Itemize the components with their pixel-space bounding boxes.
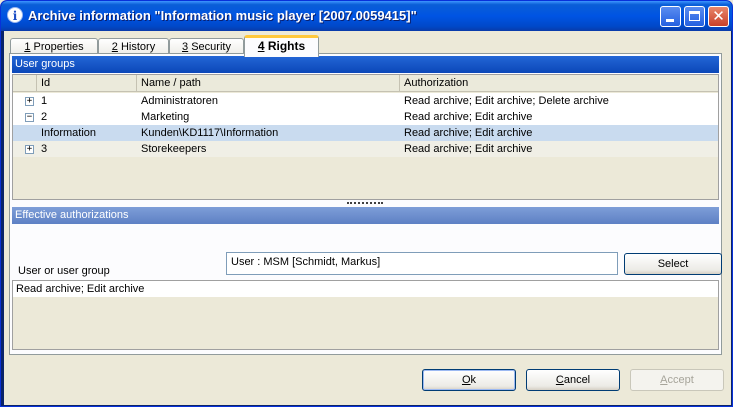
table-row-selected[interactable]: Information Kunden\KD1117\Information Re…	[13, 125, 718, 141]
tab-history-label: History	[117, 41, 156, 53]
user-group-label: User or user group	[18, 265, 110, 277]
tab-rights-key: 4	[257, 39, 265, 53]
row-id: 1	[41, 95, 48, 107]
accept-button[interactable]: Accept	[630, 369, 724, 391]
row-name: Marketing	[141, 111, 190, 123]
maximize-button[interactable]	[684, 6, 705, 27]
row-name: Storekeepers	[141, 143, 207, 155]
tab-properties-label: Properties	[30, 41, 84, 53]
expand-icon[interactable]: +	[25, 145, 34, 154]
cancel-button-rest: ancel	[563, 374, 591, 386]
user-group-field[interactable]: User : MSM [Schmidt, Markus]	[226, 252, 618, 275]
select-button[interactable]: Select	[624, 253, 722, 275]
ok-button-rest: k	[470, 374, 477, 386]
accept-button-rest: ccept	[667, 374, 694, 386]
title-bar[interactable]: i Archive information "Information music…	[1, 1, 732, 31]
row-id: Information	[41, 127, 97, 139]
info-icon: i	[7, 7, 23, 23]
maximize-icon	[689, 11, 700, 21]
dialog-client: 1 Properties 2 History 3 Security 4 Righ…	[4, 31, 731, 405]
row-id: 2	[41, 111, 48, 123]
column-header-name[interactable]: Name / path	[137, 75, 400, 91]
row-authorization: Read archive; Edit archive	[404, 127, 533, 139]
archive-info-window: i Archive information "Information music…	[0, 0, 733, 407]
splitter-handle[interactable]	[347, 202, 383, 204]
row-id: 3	[41, 143, 48, 155]
cancel-button[interactable]: Cancel	[526, 369, 620, 391]
expand-icon[interactable]: +	[25, 97, 34, 106]
table-row[interactable]: + 3 Storekeepers Read archive; Edit arch…	[13, 141, 718, 157]
row-authorization: Read archive; Edit archive; Delete archi…	[404, 95, 609, 107]
ok-button[interactable]: Ok	[422, 369, 516, 391]
minimize-button[interactable]	[660, 6, 681, 27]
minimize-icon	[666, 19, 674, 22]
effective-result-list[interactable]: Read archive; Edit archive	[12, 280, 719, 350]
close-button[interactable]: ✕	[708, 6, 729, 27]
collapse-icon[interactable]: −	[25, 113, 34, 122]
accept-button-key: A	[660, 374, 668, 386]
table-row[interactable]: − 2 Marketing Read archive; Edit archive	[13, 109, 718, 125]
row-authorization: Read archive; Edit archive	[404, 143, 533, 155]
user-groups-grid[interactable]: Id Name / path Authorization + 1 Adminis…	[12, 74, 719, 200]
tab-rights-label: Rights	[264, 39, 306, 53]
tab-rights[interactable]: 4 Rights	[244, 35, 319, 57]
row-authorization: Read archive; Edit archive	[404, 111, 533, 123]
effective-authorizations-header: Effective authorizations	[12, 207, 719, 224]
column-header-expander	[13, 75, 37, 91]
user-groups-header: User groups	[12, 56, 719, 73]
cancel-button-key: C	[555, 374, 564, 386]
row-name: Administratoren	[141, 95, 219, 107]
result-line: Read archive; Edit archive	[13, 281, 718, 297]
window-title: Archive information "Information music p…	[28, 8, 417, 23]
grid-header: Id Name / path Authorization	[13, 75, 718, 92]
rights-panel: User groups Id Name / path Authorization…	[9, 53, 722, 355]
tab-security-label: Security	[188, 41, 231, 53]
column-header-authorization[interactable]: Authorization	[400, 75, 718, 91]
ok-button-key: O	[461, 374, 471, 386]
table-row[interactable]: + 1 Administratoren Read archive; Edit a…	[13, 93, 718, 109]
column-header-id[interactable]: Id	[37, 75, 137, 91]
close-icon: ✕	[712, 7, 725, 25]
row-name: Kunden\KD1117\Information	[141, 127, 279, 139]
